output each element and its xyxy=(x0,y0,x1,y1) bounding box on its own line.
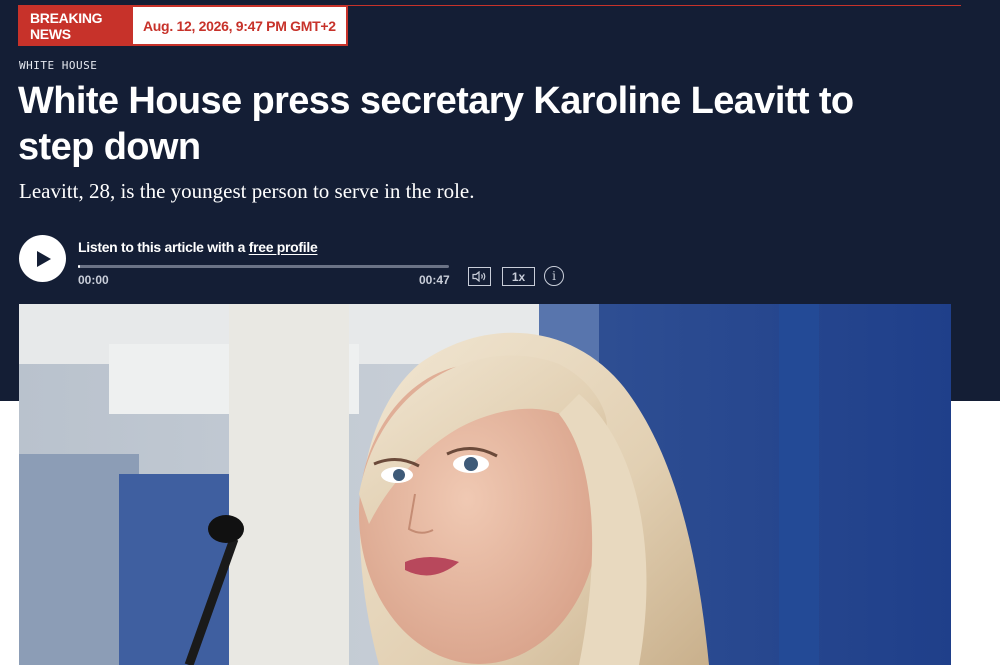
free-profile-link[interactable]: free profile xyxy=(249,239,318,255)
info-icon[interactable]: i xyxy=(544,266,564,286)
breaking-news-label: BREAKING NEWS xyxy=(20,7,133,44)
audio-volume-button[interactable] xyxy=(468,267,491,286)
breaking-news-timestamp: Aug. 12, 2026, 9:47 PM GMT+2 xyxy=(133,7,346,44)
play-icon xyxy=(37,250,51,267)
volume-icon xyxy=(472,271,486,282)
audio-listen-prompt: Listen to this article with a free profi… xyxy=(78,239,318,255)
article-headline: White House press secretary Karoline Lea… xyxy=(18,80,854,168)
audio-time-total: 00:47 xyxy=(419,273,450,287)
audio-play-button[interactable] xyxy=(19,235,66,282)
article-dek: Leavitt, 28, is the youngest person to s… xyxy=(19,179,475,203)
breaking-news-banner[interactable]: BREAKING NEWS Aug. 12, 2026, 9:47 PM GMT… xyxy=(18,5,348,46)
audio-progress-fill xyxy=(78,265,80,268)
audio-speed-button[interactable]: 1x xyxy=(502,267,535,286)
audio-progress-track[interactable] xyxy=(78,265,449,268)
audio-listen-prefix: Listen to this article with a xyxy=(78,239,249,255)
audio-time-current: 00:00 xyxy=(78,273,109,287)
article-hero-photo xyxy=(19,304,951,665)
section-kicker[interactable]: WHITE HOUSE xyxy=(19,59,97,72)
